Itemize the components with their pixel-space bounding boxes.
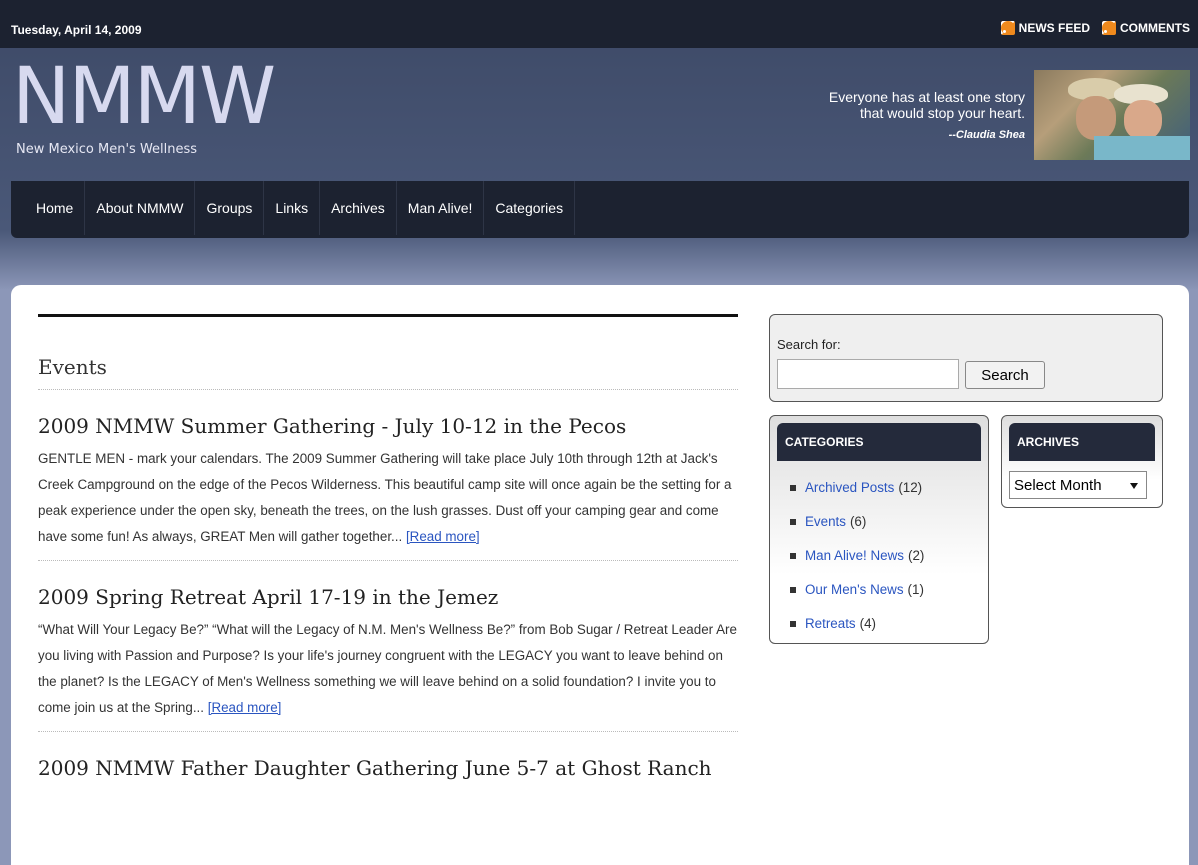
post-item: 2009 Spring Retreat April 17-19 in the J… xyxy=(38,585,738,732)
rss-icon xyxy=(1102,21,1116,35)
quote-line-1: Everyone has at least one story xyxy=(828,89,1025,105)
category-count: (4) xyxy=(859,616,876,631)
category-link[interactable]: Events xyxy=(805,505,846,539)
list-item: Events (6) xyxy=(790,505,988,539)
photo-face xyxy=(1124,100,1162,140)
post-item: 2009 NMMW Father Daughter Gathering June… xyxy=(38,756,738,798)
category-count: (2) xyxy=(907,548,925,563)
page-title: Events xyxy=(38,355,738,390)
rss-icon xyxy=(1000,21,1015,35)
category-count: (6) xyxy=(849,514,867,529)
header-photo xyxy=(1034,70,1190,160)
main-content: Events 2009 NMMW Summer Gathering - July… xyxy=(38,314,738,798)
post-item: 2009 NMMW Summer Gathering - July 10-12 … xyxy=(38,414,738,561)
nav-item-links[interactable]: Links xyxy=(264,181,321,235)
search-widget: Search for: Search xyxy=(769,314,1163,402)
main-nav: Home About NMMW Groups Links Archives Ma… xyxy=(11,181,1189,238)
list-item: Retreats (4) xyxy=(790,607,988,641)
top-bar: Tuesday, April 14, 2009 NEWS FEED COMMEN… xyxy=(0,0,1198,48)
nav-item-man-alive[interactable]: Man Alive! xyxy=(397,181,485,235)
category-link[interactable]: Man Alive! News xyxy=(805,539,904,573)
quote-line-2: that would stop your heart. xyxy=(860,105,1025,121)
archives-month-select[interactable]: Select Month xyxy=(1009,471,1147,499)
logo-title: NMMW xyxy=(12,52,276,142)
photo-shirt xyxy=(1094,136,1190,160)
site-header: NMMW New Mexico Men's Wellness Everyone … xyxy=(0,48,1198,180)
post-excerpt-text: GENTLE MEN - mark your calendars. The 20… xyxy=(38,451,732,544)
chevron-down-icon xyxy=(1130,483,1138,489)
comments-feed-label: COMMENTS xyxy=(1120,21,1190,35)
read-more-link[interactable]: [Read more] xyxy=(208,700,282,715)
nav-item-home[interactable]: Home xyxy=(25,181,86,235)
archives-select-value: Select Month xyxy=(1014,476,1102,494)
feed-links: NEWS FEED COMMENTS xyxy=(989,21,1190,35)
current-date: Tuesday, April 14, 2009 xyxy=(11,23,142,37)
list-item: Archived Posts (12) xyxy=(790,471,988,505)
news-feed-link[interactable]: NEWS FEED xyxy=(1000,21,1090,35)
categories-list: Archived Posts (12) Events (6) Man Alive! … xyxy=(770,461,988,641)
post-excerpt-text: “What Will Your Legacy Be?” “What will t… xyxy=(38,622,737,715)
post-title[interactable]: 2009 NMMW Father Daughter Gathering June… xyxy=(38,756,738,780)
site-logo[interactable]: NMMW New Mexico Men's Wellness xyxy=(12,52,276,157)
list-item: Man Alive! News (2) xyxy=(790,539,988,573)
post-excerpt: GENTLE MEN - mark your calendars. The 20… xyxy=(38,446,738,550)
nav-item-categories[interactable]: Categories xyxy=(484,181,576,235)
search-input[interactable] xyxy=(777,359,959,389)
nav-item-archives[interactable]: Archives xyxy=(320,181,397,235)
nav-item-about[interactable]: About NMMW xyxy=(85,181,196,235)
category-link[interactable]: Our Men's News xyxy=(805,573,904,607)
content-divider xyxy=(38,314,738,317)
post-title[interactable]: 2009 Spring Retreat April 17-19 in the J… xyxy=(38,585,738,609)
archives-widget: ARCHIVES Select Month xyxy=(1001,415,1163,508)
category-link[interactable]: Retreats xyxy=(805,607,856,641)
category-link[interactable]: Archived Posts xyxy=(805,471,894,505)
content-panel: Events 2009 NMMW Summer Gathering - July… xyxy=(11,285,1189,865)
search-button[interactable]: Search xyxy=(965,361,1045,389)
quote-author: --Claudia Shea xyxy=(948,129,1025,141)
post-title[interactable]: 2009 NMMW Summer Gathering - July 10-12 … xyxy=(38,414,738,438)
post-excerpt: “What Will Your Legacy Be?” “What will t… xyxy=(38,617,738,721)
comments-feed-link[interactable]: COMMENTS xyxy=(1102,21,1190,35)
list-item: Our Men's News (1) xyxy=(790,573,988,607)
logo-subtitle: New Mexico Men's Wellness xyxy=(16,142,198,157)
categories-heading: CATEGORIES xyxy=(777,423,981,461)
photo-face xyxy=(1076,96,1116,140)
categories-widget: CATEGORIES Archived Posts (12) Events (6) … xyxy=(769,415,989,644)
read-more-link[interactable]: [Read more] xyxy=(406,529,480,544)
search-label: Search for: xyxy=(777,337,841,352)
archives-heading: ARCHIVES xyxy=(1009,423,1155,461)
nav-item-groups[interactable]: Groups xyxy=(195,181,265,235)
header-quote: Everyone has at least one story that wou… xyxy=(829,89,1025,141)
category-count: (12) xyxy=(898,480,923,495)
news-feed-label: NEWS FEED xyxy=(1018,21,1090,35)
category-count: (1) xyxy=(907,582,924,597)
